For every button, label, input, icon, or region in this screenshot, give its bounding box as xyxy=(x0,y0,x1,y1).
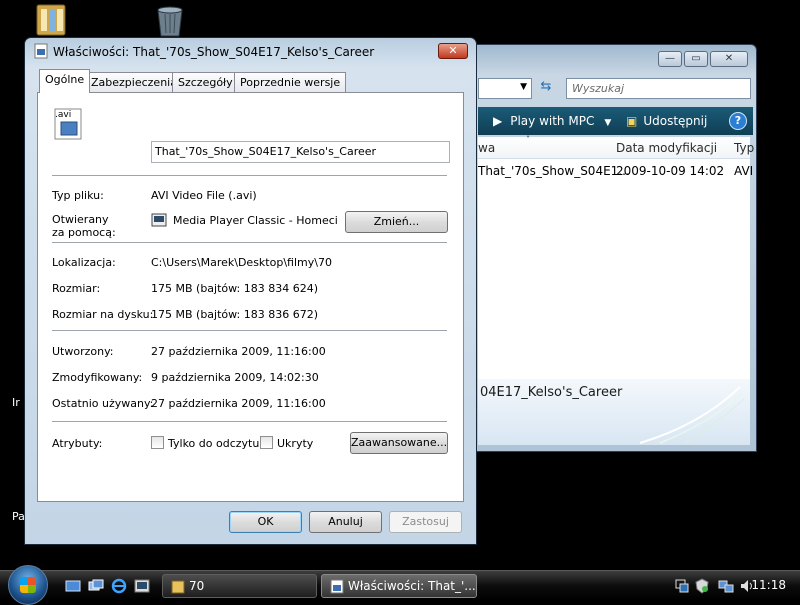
folder-icon xyxy=(171,579,185,594)
advanced-button[interactable]: Zaawansowane... xyxy=(350,432,448,454)
separator xyxy=(52,175,447,176)
media-player-quicklaunch-icon[interactable] xyxy=(134,578,150,594)
file-type-value: AVI Video File (.avi) xyxy=(151,189,257,202)
cancel-button[interactable]: Anuluj xyxy=(309,511,382,533)
location-value: C:\Users\Marek\Desktop\filmy\70 xyxy=(151,256,332,269)
file-row-name: That_'70s_Show_S04E1... xyxy=(478,164,630,178)
taskbar-item-folder[interactable]: 70 xyxy=(162,574,317,598)
play-icon: ▶ xyxy=(493,114,503,128)
file-row-type: AVI xyxy=(734,164,754,178)
opens-with-label: Otwierany xyxy=(52,213,109,226)
desktop-folder-icon[interactable] xyxy=(35,3,71,37)
size-value: 175 MB (bajtów: 183 834 624) xyxy=(151,282,319,295)
attributes-label: Atrybuty: xyxy=(52,437,103,450)
recycle-bin-icon[interactable] xyxy=(152,2,188,37)
share-button[interactable]: ▣ Udostępnij xyxy=(626,114,707,128)
switch-windows-icon[interactable] xyxy=(88,578,104,594)
opens-with-label-line2: za pomocą: xyxy=(52,226,116,239)
separator xyxy=(52,330,447,331)
apply-button: Zastosuj xyxy=(389,511,462,533)
desktop-label-partial: Pa xyxy=(12,510,25,523)
minimize-button[interactable]: — xyxy=(658,51,682,67)
play-with-mpc-button[interactable]: ▶ Play with MPC ▼ xyxy=(493,114,611,128)
taskbar-item-label: Właściwości: That_'... xyxy=(348,579,476,593)
taskbar: 70 Właściwości: That_'... 11:18 xyxy=(0,565,800,605)
help-icon[interactable]: ? xyxy=(729,112,747,130)
details-file-name: 04E17_Kelso's_Career xyxy=(480,385,623,400)
change-button[interactable]: Zmień... xyxy=(345,211,448,233)
hidden-checkbox[interactable] xyxy=(260,436,273,449)
avi-file-icon: .avi xyxy=(52,107,86,141)
ok-button[interactable]: OK xyxy=(229,511,302,533)
maximize-button[interactable]: ▭ xyxy=(684,51,708,67)
video-file-icon xyxy=(33,43,49,59)
show-desktop-icon[interactable] xyxy=(65,578,81,594)
explorer-window-controls: — ▭ ✕ xyxy=(658,51,748,67)
details-pane: 04E17_Kelso's_Career xyxy=(478,379,750,445)
created-label: Utworzony: xyxy=(52,345,114,358)
taskbar-item-label: 70 xyxy=(189,579,205,593)
taskbar-item-properties[interactable]: Właściwości: That_'... xyxy=(321,574,477,598)
modified-value: 9 października 2009, 14:02:30 xyxy=(151,371,319,384)
dialog-body: Ogólne Zabezpieczenia Szczegóły Poprzedn… xyxy=(37,68,464,502)
close-button[interactable]: ✕ xyxy=(438,43,468,59)
sort-arrow-icon: ˄ xyxy=(526,135,530,144)
file-row-date: 2009-10-09 14:02 xyxy=(616,164,725,178)
accessed-label: Ostatnio używany: xyxy=(52,397,154,410)
size-on-disk-label: Rozmiar na dysku: xyxy=(52,308,154,321)
tab-previous-versions[interactable]: Poprzednie wersje xyxy=(234,72,347,92)
column-header-name[interactable]: wa xyxy=(478,141,495,155)
readonly-label[interactable]: Tylko do odczytu xyxy=(168,437,259,450)
size-label: Rozmiar: xyxy=(52,282,101,295)
network-icon[interactable] xyxy=(674,578,690,594)
accessed-value: 27 października 2009, 11:16:00 xyxy=(151,397,326,410)
readonly-checkbox[interactable] xyxy=(151,436,164,449)
column-header-date[interactable]: Data modyfikacji xyxy=(616,141,717,155)
clock[interactable]: 11:18 xyxy=(751,578,786,592)
search-input[interactable]: Wyszukaj xyxy=(566,78,751,99)
refresh-icon[interactable]: ⇆ xyxy=(536,79,556,99)
video-file-icon xyxy=(330,579,344,594)
explorer-toolbar: ▶ Play with MPC ▼ ▣ Udostępnij ? xyxy=(478,107,753,135)
file-name-input[interactable]: That_'70s_Show_S04E17_Kelso's_Career xyxy=(151,141,450,163)
security-shield-icon[interactable] xyxy=(694,578,710,594)
chevron-down-icon: ▼ xyxy=(604,118,612,128)
tab-security[interactable]: Zabezpieczenia xyxy=(85,72,183,92)
size-on-disk-value: 175 MB (bajtów: 183 836 672) xyxy=(151,308,319,321)
connection-status-icon[interactable] xyxy=(718,578,734,594)
decorative-swoosh-icon xyxy=(639,386,745,444)
media-player-icon xyxy=(151,213,167,227)
dialog-title: Właściwości: That_'70s_Show_S04E17_Kelso… xyxy=(53,45,375,59)
explorer-window[interactable]: — ▭ ✕ ▼ ⇆ Wyszukaj ▶ Play with MPC ▼ ▣ Udos… xyxy=(455,44,757,452)
file-type-label: Typ pliku: xyxy=(52,189,104,202)
modified-label: Zmodyfikowany: xyxy=(52,371,143,384)
tab-details[interactable]: Szczegóły xyxy=(172,72,239,92)
general-tab-panel: .avi That_'70s_Show_S04E17_Kelso's_Caree… xyxy=(37,92,464,502)
column-headers: wa ˄ Data modyfikacji Typ xyxy=(478,135,754,159)
separator xyxy=(52,242,447,243)
address-bar-dropdown[interactable]: ▼ xyxy=(478,78,532,99)
opens-with-value: Media Player Classic - Homecinema xyxy=(173,214,338,227)
internet-explorer-icon[interactable] xyxy=(111,578,127,594)
chevron-down-icon: ▼ xyxy=(520,82,527,92)
column-header-type[interactable]: Typ xyxy=(734,141,754,155)
created-value: 27 października 2009, 11:16:00 xyxy=(151,345,326,358)
desktop-label-partial: Ir xyxy=(12,396,20,409)
svg-text:.avi: .avi xyxy=(55,110,71,120)
location-label: Lokalizacja: xyxy=(52,256,116,269)
close-button[interactable]: ✕ xyxy=(710,51,748,67)
hidden-label[interactable]: Ukryty xyxy=(277,437,313,450)
file-list[interactable]: wa ˄ Data modyfikacji Typ That_'70s_Show… xyxy=(478,135,754,405)
separator xyxy=(52,421,447,422)
share-icon: ▣ xyxy=(626,114,638,128)
start-button[interactable] xyxy=(8,565,48,605)
properties-dialog[interactable]: Właściwości: That_'70s_Show_S04E17_Kelso… xyxy=(24,37,477,545)
tab-general[interactable]: Ogólne xyxy=(39,69,91,93)
